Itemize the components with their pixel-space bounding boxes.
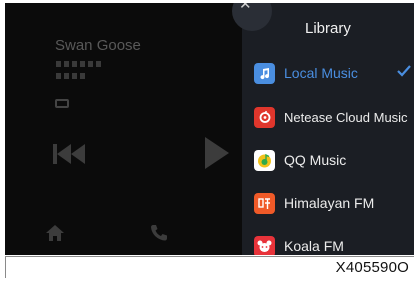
caption-edge (5, 256, 6, 278)
library-item-label: Koala FM (284, 238, 344, 254)
library-panel: ✕ Library Local Music Netease Cloud Musi… (232, 3, 414, 255)
panel-title: Library (305, 20, 351, 37)
caption-rule (5, 256, 414, 257)
home-icon[interactable] (45, 224, 65, 242)
library-item-label: Local Music (284, 65, 358, 81)
previous-track-icon[interactable] (51, 141, 91, 167)
close-icon: ✕ (239, 3, 252, 13)
netease-icon (254, 106, 275, 128)
himalayan-icon (254, 192, 275, 214)
infotainment-screen: Swan Goose ✕ Library Local Music Netease… (5, 3, 414, 255)
library-item-himalayan-fm[interactable]: Himalayan FM (254, 190, 414, 216)
library-item-label: QQ Music (284, 152, 347, 168)
library-item-qq-music[interactable]: QQ Music (254, 147, 414, 173)
library-item-local-music[interactable]: Local Music (254, 60, 414, 86)
artist-placeholder (56, 61, 102, 67)
song-title: Swan Goose (55, 37, 141, 54)
play-icon[interactable] (203, 136, 231, 170)
music-player-dimmed: Swan Goose (5, 3, 245, 255)
repeat-icon[interactable] (55, 99, 69, 108)
library-item-label: Netease Cloud Music (284, 109, 408, 125)
library-item-koala-fm[interactable]: Koala FM (254, 233, 414, 255)
phone-icon[interactable] (149, 223, 169, 243)
library-item-netease-cloud-music[interactable]: Netease Cloud Music (254, 104, 414, 130)
checkmark-icon (397, 65, 411, 77)
album-placeholder (56, 73, 86, 79)
music-note-icon (254, 62, 275, 84)
library-item-label: Himalayan FM (284, 195, 375, 211)
qq-music-icon (254, 149, 275, 171)
koala-icon (254, 235, 275, 255)
figure-id: X405590O (335, 259, 409, 276)
